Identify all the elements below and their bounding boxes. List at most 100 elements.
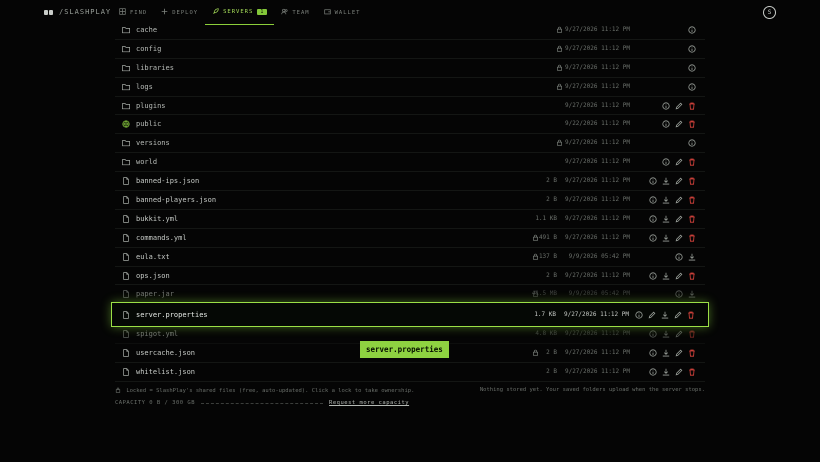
request-capacity-link[interactable]: Request more capacity	[329, 400, 409, 406]
info-icon[interactable]	[635, 311, 643, 319]
edit-icon[interactable]	[675, 215, 683, 223]
folder-row[interactable]: plugins 9/27/2026 11:12 PM	[115, 97, 705, 116]
file-row[interactable]: banned-players.json 2 B 9/27/2026 11:12 PM	[115, 191, 705, 210]
lock-icon[interactable]	[532, 253, 539, 260]
file-icon	[122, 252, 130, 261]
file-row[interactable]: bukkit.yml 1.1 KB 9/27/2026 11:12 PM	[115, 210, 705, 229]
file-name: libraries	[136, 63, 174, 72]
delete-icon[interactable]	[688, 196, 696, 204]
info-icon[interactable]	[649, 177, 657, 185]
file-row[interactable]: ops.json 2 B 9/27/2026 11:12 PM	[115, 267, 705, 286]
info-icon[interactable]	[649, 215, 657, 223]
folder-row[interactable]: world 9/27/2026 11:12 PM	[115, 153, 705, 173]
lock-note-text: Locked = SlashPlay's shared files (free,…	[126, 388, 415, 394]
delete-icon[interactable]	[687, 311, 695, 319]
info-icon[interactable]	[675, 290, 683, 299]
folder-row[interactable]: cache 9/27/2026 11:12 PM	[115, 21, 705, 40]
folder-icon	[122, 158, 130, 166]
folder-row[interactable]: libraries 9/27/2026 11:12 PM	[115, 59, 705, 78]
info-icon[interactable]	[688, 139, 696, 147]
folder-row[interactable]: versions 9/27/2026 11:12 PM	[115, 134, 705, 154]
row-actions	[649, 215, 696, 223]
download-icon[interactable]	[662, 368, 670, 376]
edit-icon[interactable]	[674, 311, 682, 319]
info-icon[interactable]	[675, 253, 683, 261]
delete-icon[interactable]	[688, 349, 696, 357]
folder-row[interactable]: logs 9/27/2026 11:12 PM	[115, 78, 705, 97]
avatar[interactable]: S	[763, 6, 776, 19]
file-icon	[122, 330, 130, 339]
delete-icon[interactable]	[688, 330, 696, 338]
edit-icon[interactable]	[675, 330, 683, 338]
row-actions	[649, 330, 696, 338]
lock-icon[interactable]	[532, 234, 539, 241]
file-row[interactable]: whitelist.json 2 B 9/27/2026 11:12 PM	[115, 363, 705, 383]
delete-icon[interactable]	[688, 368, 696, 376]
file-row[interactable]: banned-ips.json 2 B 9/27/2026 11:12 PM	[115, 172, 705, 192]
file-name: ops.json	[136, 271, 170, 280]
info-icon[interactable]	[688, 26, 696, 34]
info-icon[interactable]	[688, 83, 696, 91]
info-icon[interactable]	[688, 45, 696, 53]
download-icon[interactable]	[662, 177, 670, 185]
file-icon	[122, 290, 130, 299]
lock-icon[interactable]	[532, 290, 539, 298]
lock-icon[interactable]	[556, 139, 563, 146]
row-actions	[688, 83, 696, 91]
info-icon[interactable]	[649, 234, 657, 242]
download-icon[interactable]	[662, 196, 670, 204]
brand[interactable]: /SLASHPLAY	[44, 8, 111, 16]
file-row[interactable]: server.properties 1.7 KB 9/27/2026 11:12 P…	[111, 302, 709, 328]
download-icon[interactable]	[662, 272, 670, 280]
download-icon[interactable]	[661, 311, 669, 319]
info-icon[interactable]	[649, 271, 657, 280]
info-icon[interactable]	[662, 158, 670, 166]
info-icon[interactable]	[688, 64, 696, 72]
modified-date: 9/27/2026 11:12 PM	[563, 311, 629, 319]
edit-icon[interactable]	[675, 177, 683, 185]
file-row[interactable]: commands.yml 491 B 9/27/2026 11:12 PM	[115, 229, 705, 248]
info-icon[interactable]	[662, 101, 670, 110]
edit-icon[interactable]	[675, 196, 683, 204]
lock-icon[interactable]	[532, 349, 539, 356]
download-icon[interactable]	[688, 253, 696, 261]
info-icon[interactable]	[649, 196, 657, 204]
logo-icon	[44, 9, 53, 15]
lock-icon[interactable]	[556, 64, 563, 71]
delete-icon[interactable]	[688, 158, 696, 166]
delete-icon[interactable]	[688, 177, 696, 185]
download-icon[interactable]	[662, 330, 670, 338]
lock-icon	[115, 387, 121, 393]
download-icon[interactable]	[662, 234, 670, 242]
delete-icon[interactable]	[688, 120, 696, 129]
row-actions	[649, 349, 696, 357]
info-icon[interactable]	[649, 349, 657, 357]
download-icon[interactable]	[662, 215, 670, 223]
info-icon[interactable]	[662, 120, 670, 129]
lock-icon[interactable]	[556, 26, 563, 33]
download-icon[interactable]	[688, 290, 696, 298]
delete-icon[interactable]	[688, 234, 696, 242]
download-icon[interactable]	[662, 349, 670, 357]
edit-icon[interactable]	[675, 102, 683, 110]
delete-icon[interactable]	[688, 215, 696, 223]
folder-row[interactable]: config 9/27/2026 11:12 PM	[115, 40, 705, 59]
edit-icon[interactable]	[675, 368, 683, 376]
folder-row[interactable]: public 9/22/2026 11:12 PM	[115, 115, 705, 135]
info-icon[interactable]	[649, 330, 657, 338]
delete-icon[interactable]	[688, 102, 696, 110]
file-row[interactable]: eula.txt 137 B 9/9/2026 05:42 PM	[115, 248, 705, 267]
delete-icon[interactable]	[688, 272, 696, 280]
edit-icon[interactable]	[675, 234, 683, 242]
file-icon	[122, 349, 130, 357]
modified-date: 9/27/2026 11:12 PM	[564, 82, 630, 90]
row-actions	[649, 196, 696, 204]
edit-icon[interactable]	[675, 349, 683, 357]
lock-icon[interactable]	[556, 83, 563, 90]
edit-icon[interactable]	[675, 272, 683, 280]
info-icon[interactable]	[649, 368, 657, 376]
edit-icon[interactable]	[675, 120, 683, 128]
lock-icon[interactable]	[556, 45, 563, 52]
edit-icon[interactable]	[648, 311, 656, 319]
edit-icon[interactable]	[675, 158, 683, 166]
